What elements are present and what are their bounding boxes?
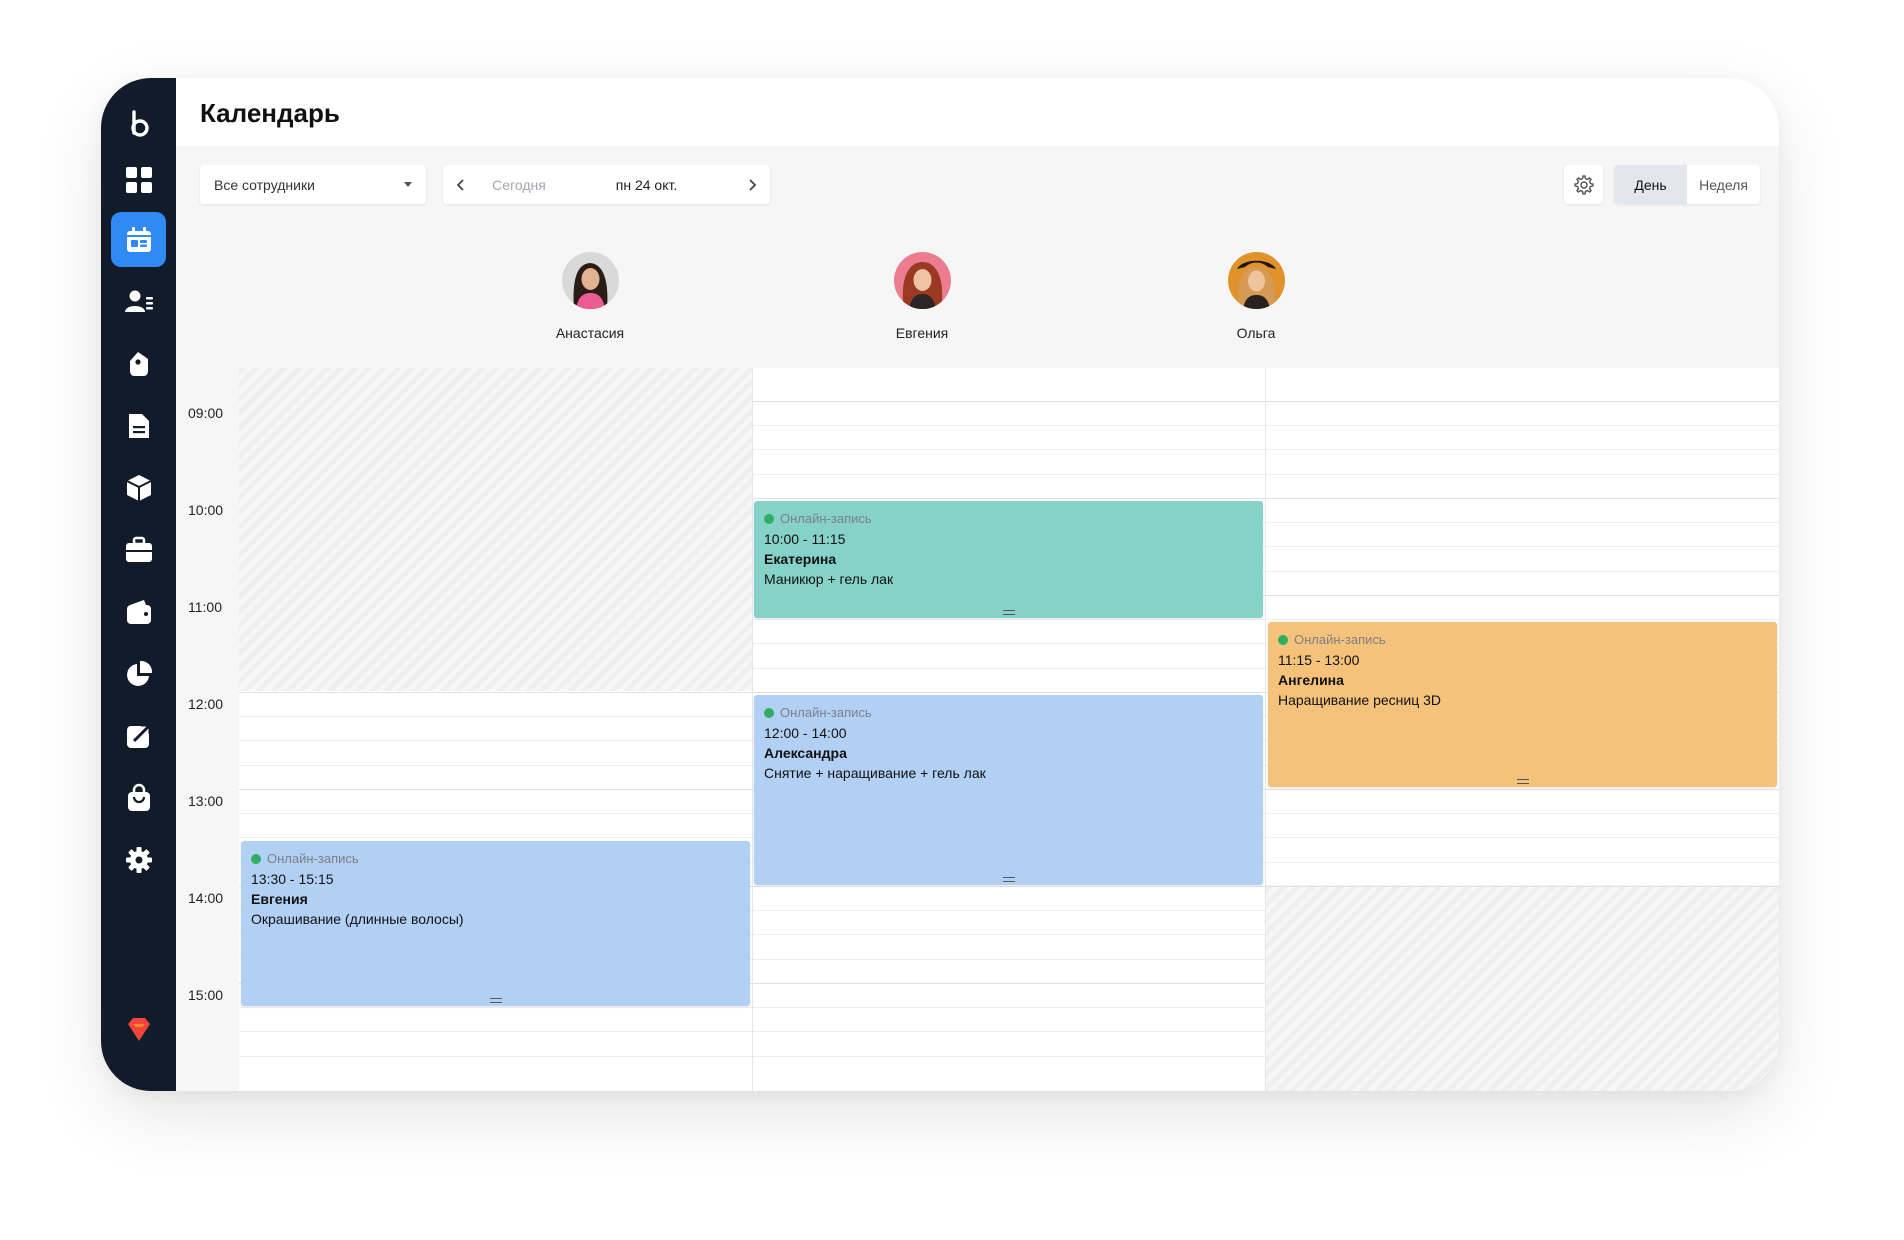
appointment-card[interactable]: Онлайн-запись 13:30 - 15:15 Евгения Окра… — [241, 841, 750, 1006]
app-window: Календарь Все сотрудники Сегодня пн 24 о… — [101, 78, 1779, 1091]
service-name: Маникюр + гель лак — [764, 571, 894, 587]
box-icon[interactable] — [111, 460, 166, 515]
main-area: Календарь Все сотрудники Сегодня пн 24 о… — [176, 78, 1779, 1091]
appointment-time: 11:15 - 13:00 — [1278, 652, 1360, 668]
client-name: Евгения — [251, 891, 308, 907]
time-label: 09:00 — [188, 405, 224, 421]
service-name: Окрашивание (длинные волосы) — [251, 911, 464, 927]
logo-icon[interactable] — [111, 96, 166, 151]
avatar — [561, 252, 619, 309]
service-name: Снятие + наращивание + гель лак — [764, 765, 986, 781]
header: Календарь — [176, 78, 1779, 146]
pie-chart-icon[interactable] — [111, 646, 166, 701]
tag-icon[interactable] — [111, 336, 166, 391]
appointment-time: 13:30 - 15:15 — [251, 871, 334, 887]
settings-icon[interactable] — [111, 832, 166, 887]
appointment-source: Онлайн-запись — [251, 851, 740, 866]
external-link-icon[interactable] — [111, 708, 166, 763]
sidebar — [101, 78, 176, 1091]
calendar-grid: Онлайн-запись 10:00 - 11:15 Екатерина Ма… — [239, 368, 1779, 1091]
current-date: пн 24 окт. — [615, 176, 678, 193]
diamond-icon[interactable] — [111, 1002, 166, 1057]
source-label: Онлайн-запись — [1294, 632, 1386, 647]
next-day-button[interactable] — [734, 165, 770, 204]
staff-header-evgenia[interactable]: Евгения — [842, 252, 1002, 341]
date-navigator: Сегодня пн 24 окт. — [443, 165, 770, 204]
shopping-bag-icon[interactable] — [111, 770, 166, 825]
resize-handle[interactable] — [1002, 877, 1015, 882]
resize-handle[interactable] — [1002, 610, 1015, 615]
view-toggle: День Неделя — [1614, 165, 1760, 204]
source-label: Онлайн-запись — [780, 705, 872, 720]
avatar — [893, 252, 951, 309]
staff-name: Ольга — [1236, 325, 1276, 341]
staff-header-olga[interactable]: Ольга — [1176, 252, 1336, 341]
online-status-dot — [764, 707, 774, 718]
appointment-card[interactable]: Онлайн-запись 10:00 - 11:15 Екатерина Ма… — [754, 501, 1263, 618]
staff-name: Анастасия — [555, 325, 625, 341]
appointment-source: Онлайн-запись — [764, 705, 1253, 720]
time-label: 13:00 — [188, 793, 224, 809]
resize-handle[interactable] — [489, 998, 502, 1003]
chevron-left-icon — [456, 178, 464, 191]
client-name: Александра — [764, 745, 847, 761]
client-name: Екатерина — [764, 551, 837, 567]
calendar-settings-button[interactable] — [1564, 165, 1603, 204]
column-divider — [1265, 368, 1266, 1091]
calendar-icon[interactable] — [111, 212, 166, 267]
time-label: 10:00 — [188, 502, 224, 518]
online-status-dot — [251, 853, 261, 864]
appointment-card[interactable]: Онлайн-запись 12:00 - 14:00 Александра С… — [754, 695, 1263, 885]
appointment-source: Онлайн-запись — [764, 511, 1253, 526]
time-label: 14:00 — [188, 890, 224, 906]
non-working-time — [239, 368, 752, 691]
time-label: 12:00 — [188, 696, 224, 712]
appointment-time: 10:00 - 11:15 — [764, 531, 846, 547]
today-button[interactable]: Сегодня — [479, 177, 559, 193]
time-label: 11:00 — [188, 599, 222, 615]
prev-day-button[interactable] — [443, 165, 479, 204]
view-day-button[interactable]: День — [1614, 165, 1687, 204]
document-icon[interactable] — [111, 398, 166, 453]
online-status-dot — [1278, 634, 1288, 645]
avatar — [1227, 252, 1285, 309]
staff-filter-label: Все сотрудники — [214, 176, 315, 193]
dashboard-icon[interactable] — [111, 152, 166, 207]
client-name: Ангелина — [1278, 672, 1344, 688]
gear-icon — [1573, 174, 1594, 195]
staff-name: Евгения — [895, 325, 949, 341]
wallet-icon[interactable] — [111, 584, 166, 639]
chevron-right-icon — [749, 178, 757, 191]
source-label: Онлайн-запись — [780, 511, 872, 526]
resize-handle[interactable] — [1516, 779, 1529, 784]
time-label: 15:00 — [188, 987, 224, 1003]
caret-down-icon — [404, 182, 412, 187]
appointment-time: 12:00 - 14:00 — [764, 725, 847, 741]
column-divider — [752, 368, 753, 1091]
staff-filter-select[interactable]: Все сотрудники — [200, 165, 426, 204]
page-title: Календарь — [200, 98, 340, 128]
online-status-dot — [764, 513, 774, 524]
service-name: Наращивание ресниц 3D — [1278, 692, 1442, 708]
non-working-time — [1266, 887, 1779, 1091]
staff-header-anastasia[interactable]: Анастасия — [510, 252, 670, 341]
view-week-button[interactable]: Неделя — [1687, 165, 1760, 204]
appointment-card[interactable]: Онлайн-запись 11:15 - 13:00 Ангелина Нар… — [1268, 622, 1777, 787]
briefcase-icon[interactable] — [111, 522, 166, 577]
source-label: Онлайн-запись — [267, 851, 359, 866]
clients-icon[interactable] — [111, 274, 166, 329]
appointment-source: Онлайн-запись — [1278, 632, 1767, 647]
